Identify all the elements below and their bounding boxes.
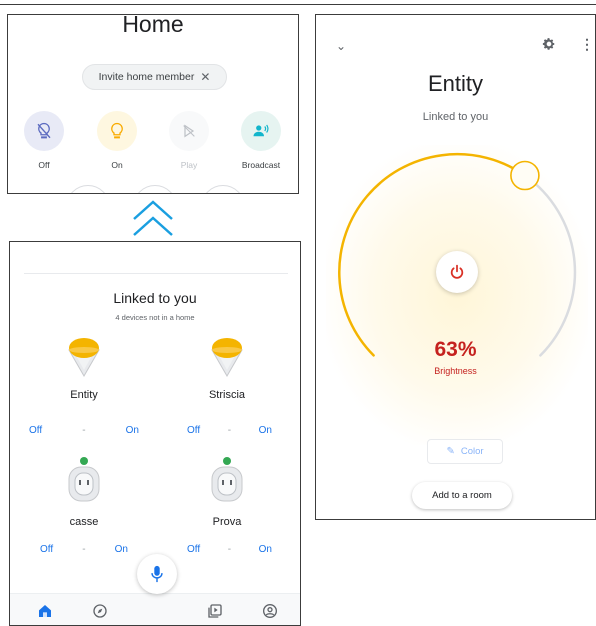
palette-icon: ✎ [446, 446, 455, 457]
double-chevron-up-icon [131, 197, 175, 239]
mic-icon [151, 565, 163, 583]
device-controls: Off - On [29, 425, 139, 436]
mic-button[interactable] [137, 554, 177, 594]
smart-plug-icon [211, 457, 243, 502]
power-button[interactable] [436, 251, 478, 293]
media-icon[interactable] [206, 602, 224, 620]
light-bulb-icon [68, 338, 100, 378]
on-button[interactable]: On [259, 544, 272, 555]
linked-title: Linked to you [113, 290, 197, 306]
device-controls: Off - On [187, 425, 272, 436]
action-play-label: Play [180, 160, 198, 170]
action-on[interactable]: On [92, 111, 142, 170]
light-bulb-icon [211, 338, 243, 378]
invite-home-member-chip[interactable]: Invite home member ✕ [82, 64, 227, 90]
device-controls: Off - On [187, 544, 272, 555]
action-broadcast[interactable]: Broadcast [236, 111, 286, 170]
device-striscia[interactable]: Striscia [172, 336, 282, 401]
linked-subtitle: 4 devices not in a home [115, 313, 195, 322]
separator: - [227, 425, 232, 436]
device-casse[interactable]: casse [29, 455, 139, 528]
action-on-label: On [111, 160, 123, 170]
device-name: Entity [70, 389, 98, 401]
color-button[interactable]: ✎ Color [427, 439, 503, 464]
add-to-room-button[interactable]: Add to a room [412, 482, 512, 509]
device-name: Prova [212, 516, 242, 528]
lightbulb-icon [97, 111, 137, 151]
home-panel: Home Invite home member ✕ Off On Play Br… [7, 14, 299, 194]
linked-devices-panel: Linked to you 4 devices not in a home En… [9, 241, 301, 626]
power-icon [450, 264, 464, 279]
home-title: Home [122, 14, 184, 37]
invite-chip-label: Invite home member [98, 71, 195, 83]
action-play[interactable]: Play [164, 111, 214, 170]
action-off-label: Off [38, 160, 50, 170]
brightness-knob [510, 160, 540, 191]
device-name: casse [69, 516, 99, 528]
partial-device-circle [133, 185, 177, 193]
entity-detail-panel: ⌄ ⋮ Entity Linked to you 63% Brightness … [315, 14, 596, 520]
separator: - [227, 544, 232, 555]
separator: - [82, 544, 86, 555]
partial-device-circle [201, 185, 245, 193]
play-disabled-icon [169, 111, 209, 151]
top-border [0, 4, 596, 5]
divider [24, 273, 288, 274]
partial-device-circle [66, 185, 110, 193]
device-prova[interactable]: Prova [172, 455, 282, 528]
brightness-value: 63% [434, 338, 477, 361]
broadcast-icon [241, 111, 281, 151]
device-entity[interactable]: Entity [29, 336, 139, 401]
lightbulb-off-icon [24, 111, 64, 151]
on-button[interactable]: On [126, 425, 139, 436]
action-broadcast-label: Broadcast [241, 160, 281, 170]
off-button[interactable]: Off [29, 425, 42, 436]
bottom-nav [10, 593, 300, 625]
off-button[interactable]: Off [187, 425, 200, 436]
action-off[interactable]: Off [19, 111, 69, 170]
color-label: Color [460, 446, 484, 457]
brightness-label: Brightness [434, 366, 477, 376]
separator: - [82, 425, 86, 436]
off-button[interactable]: Off [40, 544, 53, 555]
off-button[interactable]: Off [187, 544, 200, 555]
home-icon[interactable] [36, 602, 54, 620]
brightness-track [523, 174, 577, 357]
compass-icon[interactable] [91, 602, 109, 620]
close-icon[interactable]: ✕ [200, 70, 210, 84]
brightness-fill [338, 152, 527, 357]
device-controls: Off - On [40, 544, 128, 555]
on-button[interactable]: On [115, 544, 128, 555]
on-button[interactable]: On [259, 425, 272, 436]
device-name: Striscia [208, 389, 246, 401]
smart-plug-icon [68, 457, 100, 502]
account-icon[interactable] [261, 602, 279, 620]
